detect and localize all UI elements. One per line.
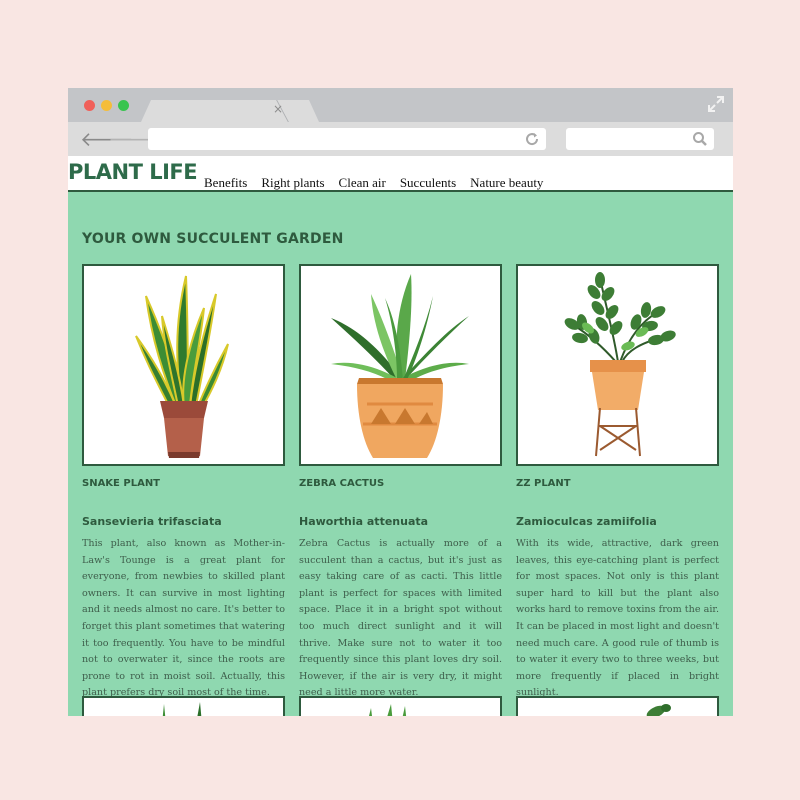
plant-description: This plant, also known as Mother-in-Law'… [82, 538, 285, 699]
tab-close-icon[interactable]: × [273, 102, 283, 116]
plant-latin-name: Haworthia attenuata [299, 515, 429, 528]
main-nav: Benefits Right plants Clean air Succulen… [204, 175, 543, 191]
snake-plant-illustration [135, 275, 229, 458]
plant-image-frame [82, 264, 285, 466]
plant-illustration-partial [162, 702, 202, 716]
plant-illustration-partial [646, 704, 671, 716]
site-logo[interactable]: PLANT LIFE [68, 160, 198, 184]
browser-search-field[interactable] [566, 128, 714, 150]
plant-name: ZEBRA CACTUS [299, 478, 385, 489]
title-bar: × [68, 88, 733, 122]
browser-toolbar: 🡐 🡒 [68, 122, 733, 156]
plant-latin-name: Zamioculcas zamiifolia [516, 515, 657, 528]
maximize-window-button[interactable] [118, 100, 129, 111]
section-title: YOUR OWN SUCCULENT GARDEN [82, 231, 344, 247]
nav-link-benefits[interactable]: Benefits [204, 175, 247, 191]
nav-link-succulents[interactable]: Succulents [400, 175, 456, 191]
main-content: YOUR OWN SUCCULENT GARDEN SNAKE PLANT Sa… [68, 192, 733, 716]
address-bar[interactable] [148, 128, 546, 150]
plant-description: Zebra Cactus is actually more of a succu… [299, 538, 502, 699]
browser-window: × 🡐 🡒 PLANT LIFE Benefits Right plants C… [68, 88, 733, 716]
zz-plant-illustration [564, 272, 676, 457]
plant-card-zebra-cactus: ZEBRA CACTUS Haworthia attenuata Zebra C… [299, 264, 502, 698]
browser-chrome: × 🡐 🡒 [68, 88, 733, 156]
plant-image-frame-next [516, 696, 719, 716]
plant-image-frame-next [299, 696, 502, 716]
expand-icon[interactable] [707, 95, 725, 113]
plant-description: With its wide, attractive, dark green le… [516, 538, 719, 699]
minimize-window-button[interactable] [101, 100, 112, 111]
plant-image-frame [299, 264, 502, 466]
plant-name: SNAKE PLANT [82, 478, 161, 489]
plant-name: ZZ PLANT [516, 478, 571, 489]
nav-link-right-plants[interactable]: Right plants [261, 175, 324, 191]
nav-link-clean-air[interactable]: Clean air [339, 175, 386, 191]
zebra-cactus-illustration [331, 274, 469, 458]
plant-image-frame [516, 264, 719, 466]
plant-card-snake: SNAKE PLANT Sansevieria trifasciata This… [82, 264, 285, 698]
nav-link-nature-beauty[interactable]: Nature beauty [470, 175, 543, 191]
reload-icon[interactable] [524, 131, 540, 147]
site-header: PLANT LIFE Benefits Right plants Clean a… [68, 156, 733, 192]
plant-illustration-partial [369, 704, 407, 716]
close-window-button[interactable] [84, 100, 95, 111]
plant-latin-name: Sansevieria trifasciata [82, 515, 222, 528]
search-icon[interactable] [692, 131, 708, 147]
plant-card-zz: ZZ PLANT Zamioculcas zamiifolia With its… [516, 264, 719, 698]
plant-image-frame-next [82, 696, 285, 716]
